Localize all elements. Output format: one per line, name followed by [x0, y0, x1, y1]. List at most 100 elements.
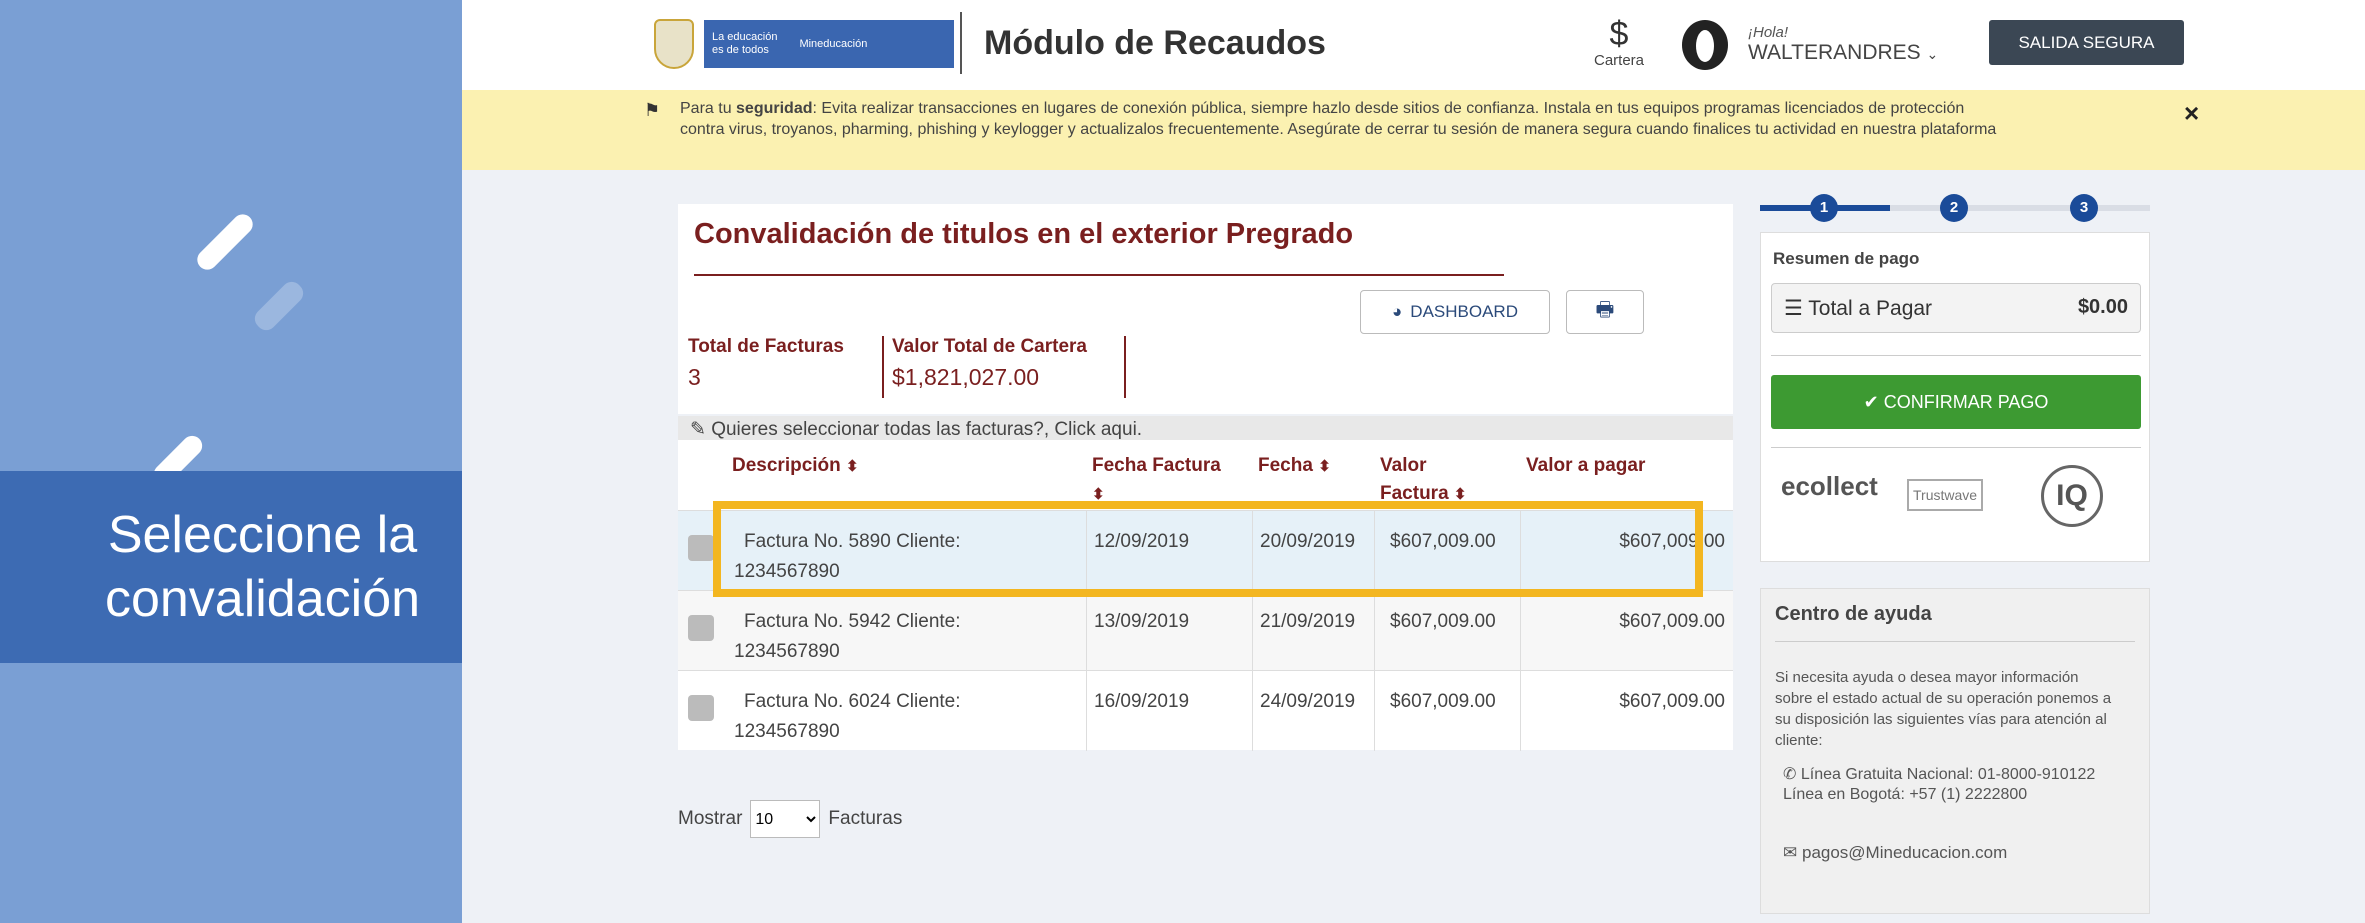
header-divider	[960, 12, 962, 74]
invoices-table: Descripción ⬍ Fecha Factura ⬍ Fecha ⬍ Val…	[678, 440, 1733, 751]
crest-icon	[654, 19, 694, 69]
summary-title: Resumen de pago	[1773, 249, 1920, 268]
row-checkbox[interactable]	[688, 695, 714, 721]
username: WALTERANDRES	[1748, 41, 1921, 64]
col-fecha[interactable]: Fecha ⬍	[1258, 452, 1331, 481]
table-row[interactable]: Factura No. 5890 Cliente: 1234567890 12/…	[678, 510, 1733, 591]
col-valor-factura[interactable]: Valor Factura ⬍	[1380, 452, 1480, 509]
iq-logo: IQ	[2041, 465, 2103, 527]
user-menu[interactable]: ¡Hola! WALTERANDRES ⌄	[1748, 24, 1938, 65]
step-2: 2	[1940, 194, 1968, 222]
decorative-stroke	[250, 277, 308, 335]
sort-icon: ⬍	[1318, 458, 1331, 475]
stat-valor-total: Valor Total de Cartera $1,821,027.00	[892, 336, 1087, 390]
cell-valor: $607,009.00	[1390, 531, 1496, 552]
avatar[interactable]	[1682, 20, 1728, 70]
payment-stepper: 1 2 3	[1760, 190, 2150, 230]
brand-ministry: Mineducación	[799, 37, 868, 50]
help-center: Centro de ayuda Si necesita ayuda o dese…	[1760, 588, 2150, 914]
total-value: $0.00	[2077, 296, 2128, 318]
help-text: Si necesita ayuda o desea mayor informac…	[1775, 669, 2112, 749]
row-checkbox[interactable]	[688, 615, 714, 641]
security-text: Para tu seguridad: Evita realizar transa…	[680, 100, 1997, 138]
cartera-link[interactable]: $ Cartera	[1574, 16, 1664, 69]
phone-icon: ✆	[1783, 766, 1797, 783]
print-button[interactable]: 🖶	[1566, 290, 1644, 334]
total-box: ☰ Total a Pagar $0.00	[1771, 283, 2141, 333]
chevron-down-icon: ⌄	[1926, 46, 1939, 62]
cell-descripcion: Factura No. 5890 Cliente: 1234567890	[734, 531, 961, 582]
callout-text: Seleccione la convalidación	[104, 506, 421, 628]
table-row[interactable]: Factura No. 6024 Cliente: 1234567890 16/…	[678, 670, 1733, 751]
sort-icon: ⬍	[846, 458, 859, 475]
dashboard-button[interactable]: ◕ DASHBOARD	[1360, 290, 1550, 334]
cell-descripcion: Factura No. 5942 Cliente: 1234567890	[734, 611, 961, 662]
total-label: Total a Pagar	[1808, 297, 1933, 320]
module-title: Módulo de Recaudos	[984, 24, 1326, 62]
page-size-select[interactable]: 10	[750, 800, 821, 838]
row-checkbox[interactable]	[688, 535, 714, 561]
help-phone: ✆ Línea Gratuita Nacional: 01-8000-91012…	[1783, 766, 2096, 803]
brand-line-2: es de todos	[712, 44, 769, 56]
table-row[interactable]: Factura No. 5942 Cliente: 1234567890 13/…	[678, 590, 1733, 671]
cell-pagar: $607,009.00	[1619, 691, 1725, 712]
trustwave-logo: Trustwave	[1907, 479, 1984, 511]
page-title: Convalidación de titulos en el exterior …	[694, 218, 1354, 250]
stat-total-facturas: Total de Facturas 3	[688, 336, 844, 390]
sort-icon: ⬍	[1092, 486, 1105, 503]
cell-pagar: $607,009.00	[1619, 611, 1725, 632]
col-fecha-factura[interactable]: Fecha Factura ⬍	[1092, 452, 1221, 509]
close-icon[interactable]: ×	[2184, 98, 2199, 129]
greeting: ¡Hola!	[1748, 24, 1789, 41]
exit-button[interactable]: SALIDA SEGURA	[1989, 20, 2184, 65]
col-valor-pagar: Valor a pagar	[1526, 455, 1646, 476]
ecollect-logo: ecollect	[1781, 471, 1878, 501]
confirm-payment-button[interactable]: ✔ CONFIRMAR PAGO	[1771, 375, 2141, 429]
tutorial-panel	[0, 0, 462, 923]
decorative-stroke	[193, 210, 257, 274]
summary-card: Convalidación de titulos en el exterior …	[678, 204, 1733, 414]
cell-fecha: 20/09/2019	[1260, 531, 1356, 552]
cell-valor: $607,009.00	[1390, 611, 1496, 632]
cell-fecha: 24/09/2019	[1260, 691, 1356, 712]
tutorial-callout: Seleccione la convalidación	[0, 471, 505, 663]
app-window: La educación es de todos Mineducación Mó…	[462, 0, 2365, 923]
check-circle-icon: ✔	[1863, 391, 1879, 412]
stat-divider	[1124, 336, 1126, 398]
show-suffix: Facturas	[828, 808, 903, 829]
brand-line-1: La educación	[712, 31, 778, 43]
help-title: Centro de ayuda	[1775, 603, 1932, 625]
cell-fecha-factura: 12/09/2019	[1094, 531, 1190, 552]
payment-summary: Resumen de pago ☰ Total a Pagar $0.00 ✔ …	[1760, 232, 2150, 562]
printer-icon: 🖶	[1595, 299, 1615, 321]
main-content: Convalidación de titulos en el exterior …	[678, 204, 1733, 838]
confirm-label: CONFIRMAR PAGO	[1883, 391, 2049, 412]
cell-descripcion: Factura No. 6024 Cliente: 1234567890	[734, 691, 961, 742]
select-all-label: Quieres seleccionar todas las facturas?,…	[711, 419, 1143, 440]
flag-icon: ⚑	[644, 100, 661, 120]
title-underline	[694, 274, 1504, 276]
cell-valor: $607,009.00	[1390, 691, 1496, 712]
header: La educación es de todos Mineducación Mó…	[462, 0, 2365, 90]
col-descripcion[interactable]: Descripción ⬍	[732, 452, 859, 481]
cell-fecha-factura: 13/09/2019	[1094, 611, 1190, 632]
sort-icon: ⬍	[1453, 486, 1467, 503]
dollar-icon: $	[1609, 15, 1629, 53]
show-label: Mostrar	[678, 808, 743, 829]
step-3: 3	[2070, 194, 2098, 222]
cell-fecha: 21/09/2019	[1260, 611, 1356, 632]
list-icon: ☰	[1784, 297, 1803, 320]
cell-fecha-factura: 16/09/2019	[1094, 691, 1190, 712]
dashboard-label: DASHBOARD	[1410, 302, 1518, 321]
step-1: 1	[1810, 194, 1838, 222]
cell-pagar: $607,009.00	[1619, 531, 1725, 552]
ministry-logo: La educación es de todos Mineducación	[654, 18, 964, 70]
stat-divider	[882, 336, 884, 398]
cartera-label: Cartera	[1593, 52, 1645, 69]
help-email[interactable]: ✉ pagos@Mineducacion.com	[1783, 843, 2007, 863]
pie-chart-icon: ◕	[1392, 302, 1403, 321]
pencil-icon: ✎	[690, 419, 706, 440]
table-header: Descripción ⬍ Fecha Factura ⬍ Fecha ⬍ Val…	[678, 440, 1733, 510]
security-banner: ⚑ Para tu seguridad: Evita realizar tran…	[462, 90, 2365, 170]
brand-banner: La educación es de todos Mineducación	[704, 20, 954, 68]
